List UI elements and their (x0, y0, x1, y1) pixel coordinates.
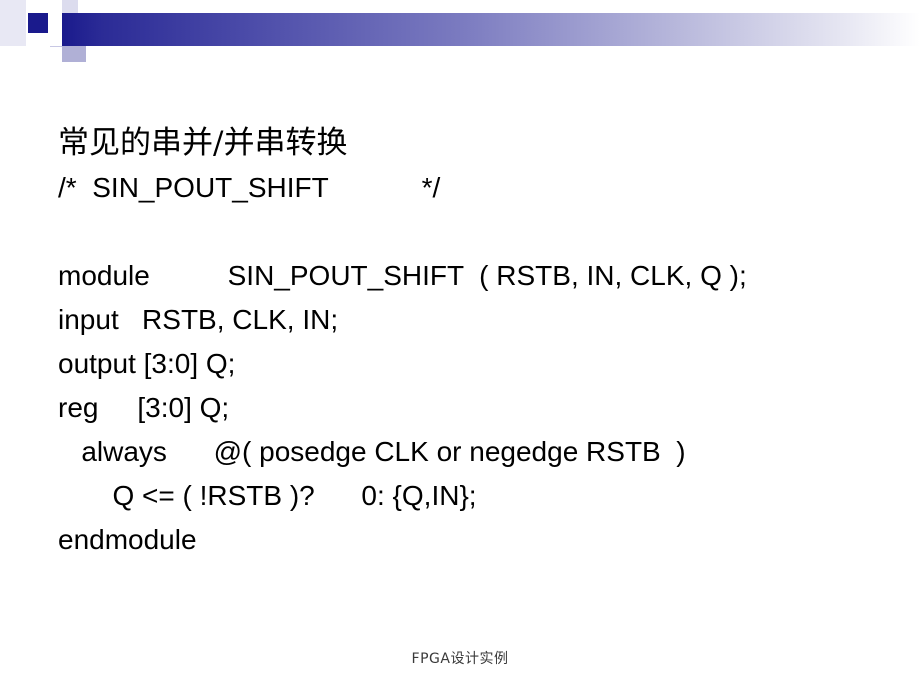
slide-title-chinese: 常见的串并/并串转换 (58, 125, 348, 161)
code-line-always: always @( posedge CLK or negedge RSTB ) (58, 436, 686, 467)
decor-gap-top (28, 0, 46, 12)
decor-square-below (62, 46, 86, 62)
decor-gap-column (48, 0, 62, 46)
code-line-endmodule: endmodule (58, 524, 197, 555)
slide-header-decoration (0, 0, 920, 70)
decor-gap-upper-right (78, 0, 92, 13)
decor-square-pale-left (0, 0, 26, 46)
code-line-module: module SIN_POUT_SHIFT ( RSTB, IN, CLK, Q… (58, 260, 747, 291)
footer-label: FPGA设计实例 (411, 651, 509, 667)
decor-gap-bottom (28, 35, 46, 47)
decor-square-pale-top (62, 0, 78, 13)
slide-canvas: 常见的串并/并串转换 /* SIN_POUT_SHIFT */ module S… (0, 0, 920, 690)
code-comment-line: /* SIN_POUT_SHIFT */ (58, 172, 441, 203)
code-line-assign: Q <= ( !RSTB )? 0: {Q,IN}; (58, 480, 477, 511)
header-gradient-bar (62, 13, 920, 46)
slide-footer: FPGA设计实例 (0, 648, 920, 668)
slide-body: 常见的串并/并串转换 /* SIN_POUT_SHIFT */ module S… (58, 120, 898, 562)
code-line-output: output [3:0] Q; (58, 348, 236, 379)
code-line-input: input RSTB, CLK, IN; (58, 304, 339, 335)
decor-accent-square (28, 13, 48, 33)
decor-gap-lower-left (0, 46, 26, 52)
code-line-reg: reg [3:0] Q; (58, 392, 230, 423)
